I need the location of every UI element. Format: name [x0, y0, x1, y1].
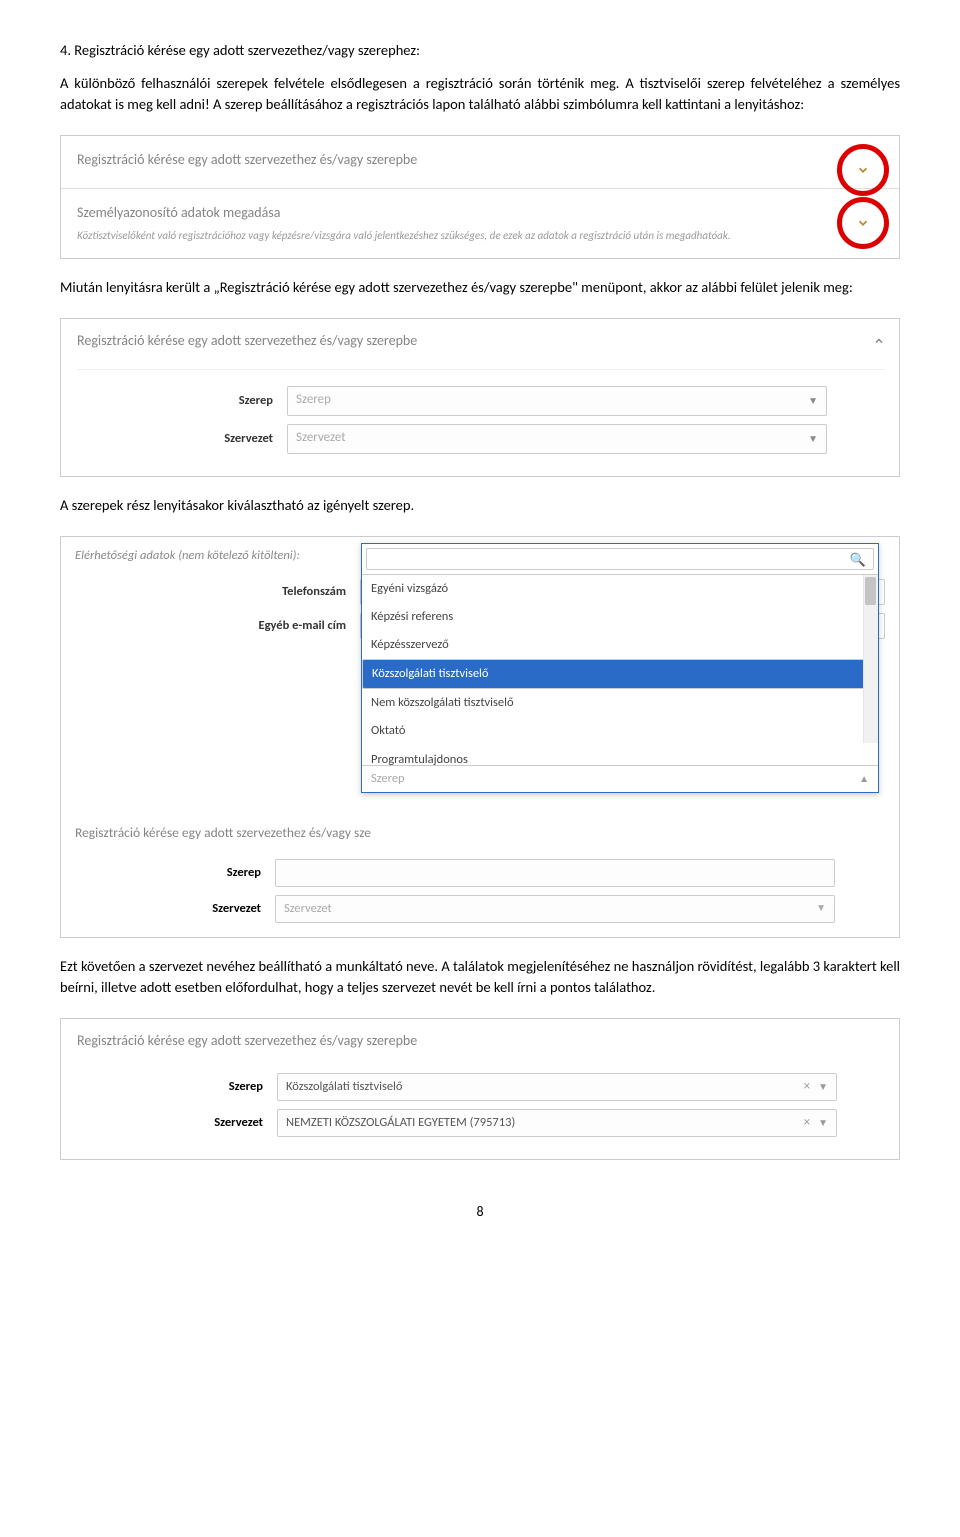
chevron-down-icon[interactable] [856, 216, 870, 230]
paragraph-2: Miután lenyitásra került a „Regisztráció… [60, 277, 900, 312]
row-szervezet: Szervezet Szervezet ▼ [75, 891, 885, 927]
chevron-down-icon: ▼ [808, 432, 818, 447]
panel-title: Regisztráció kérése egy adott szervezeth… [75, 813, 885, 855]
panel-title: Személyazonosító adatok megadása [77, 203, 885, 227]
select-szervezet[interactable]: Szervezet ▼ [287, 424, 827, 454]
panel-personal-data[interactable]: Személyazonosító adatok megadása Köztisz… [61, 189, 899, 257]
select-value: Szervezet [296, 429, 346, 448]
select-szervezet[interactable]: NEMZETI KÖZSZOLGÁLATI EGYETEM (795713) ×… [277, 1109, 837, 1137]
dropdown-option[interactable]: Oktató [362, 717, 878, 745]
row-szerep: Szerep Szerep ▼ [77, 382, 885, 420]
chevron-down-icon[interactable] [856, 163, 870, 177]
panel-subtitle: Köztisztviselőként való regisztrációhoz … [77, 228, 885, 244]
dropdown-search-input[interactable] [366, 548, 874, 570]
paragraph-1: A különböző felhasználói szerepek felvét… [60, 73, 900, 129]
chevron-down-icon: ▼ [816, 901, 826, 916]
chevron-up-icon[interactable]: ▲ [859, 772, 869, 787]
search-icon: 🔍 [850, 552, 866, 571]
szerep-dropdown[interactable]: 🔍 Egyéni vizsgázóKépzési referensKépzéss… [361, 543, 879, 793]
dropdown-option[interactable]: Képzésszervező [362, 631, 878, 659]
dropdown-option[interactable]: Képzési referens [362, 603, 878, 631]
dropdown-option[interactable]: Egyéni vizsgázó [362, 575, 878, 603]
panel-title: Regisztráció kérése egy adott szervezeth… [77, 331, 417, 355]
label-szerep: Szerep [75, 864, 275, 882]
dropdown-list: Egyéni vizsgázóKépzési referensKépzéssze… [362, 575, 878, 765]
select-value: Közszolgálati tisztviselő [286, 1078, 403, 1096]
select-szerep[interactable] [275, 859, 835, 887]
highlight-circle [837, 197, 889, 249]
row-szerep: Szerep [75, 855, 885, 891]
scrollbar[interactable] [863, 575, 878, 743]
label-telefon: Telefonszám [75, 583, 360, 601]
chevron-down-icon: ▼ [808, 394, 818, 409]
dropdown-search-row: 🔍 [362, 544, 878, 575]
row-szervezet: Szervezet NEMZETI KÖZSZOLGÁLATI EGYETEM … [77, 1105, 885, 1141]
paragraph-3: A szerepek rész lenyitásakor kiválasztha… [60, 495, 900, 530]
dropdown-option[interactable]: Nem közszolgálati tisztviselő [362, 689, 878, 717]
page-number: 8 [60, 1178, 900, 1222]
screenshot-filled-values: Regisztráció kérése egy adott szervezeth… [60, 1018, 900, 1160]
dropdown-option[interactable]: Közszolgálati tisztviselő [362, 659, 878, 689]
screenshot-dropdown-open: Elérhetőségi adatok (nem kötelező kitölt… [60, 536, 900, 938]
row-szervezet: Szervezet Szervezet ▼ [77, 420, 885, 458]
panel-title: Regisztráció kérése egy adott szervezeth… [77, 1031, 885, 1069]
paragraph-4: Ezt követően a szervezet nevéhez beállít… [60, 956, 900, 1012]
label-szerep: Szerep [77, 392, 287, 410]
label-szervezet: Szervezet [77, 430, 287, 448]
select-szervezet[interactable]: Szervezet ▼ [275, 895, 835, 923]
label-email: Egyéb e-mail cím [75, 617, 360, 635]
dropdown-footer: Szerep ▲ [362, 765, 878, 792]
dropdown-option[interactable]: Programtulajdonos [362, 746, 878, 765]
section-heading: 4. Regisztráció kérése egy adott szervez… [60, 40, 900, 73]
chevron-down-icon: ▼ [818, 1116, 828, 1131]
clear-icon[interactable]: × [800, 1078, 814, 1097]
select-szerep[interactable]: Közszolgálati tisztviselő × ▼ [277, 1073, 837, 1101]
select-szerep[interactable]: Szerep ▼ [287, 386, 827, 416]
screenshot-collapsed-panels: Regisztráció kérése egy adott szervezeth… [60, 135, 900, 259]
label-szervezet: Szervezet [77, 1114, 277, 1132]
screenshot-expanded-form: Regisztráció kérése egy adott szervezeth… [60, 318, 900, 477]
row-szerep: Szerep Közszolgálati tisztviselő × ▼ [77, 1069, 885, 1105]
label-szerep: Szerep [77, 1078, 277, 1096]
label-szervezet: Szervezet [75, 900, 275, 918]
chevron-up-icon[interactable] [873, 332, 885, 353]
chevron-down-icon: ▼ [818, 1080, 828, 1095]
panel-registration-request[interactable]: Regisztráció kérése egy adott szervezeth… [61, 136, 899, 189]
select-value: Szerep [296, 391, 331, 410]
dropdown-footer-label: Szerep [371, 770, 405, 788]
select-value: NEMZETI KÖZSZOLGÁLATI EGYETEM (795713) [286, 1114, 515, 1132]
select-value: Szervezet [284, 900, 332, 918]
clear-icon[interactable]: × [800, 1114, 814, 1133]
scrollbar-thumb[interactable] [865, 577, 876, 605]
highlight-circle [837, 144, 889, 196]
panel-title: Regisztráció kérése egy adott szervezeth… [77, 150, 885, 174]
